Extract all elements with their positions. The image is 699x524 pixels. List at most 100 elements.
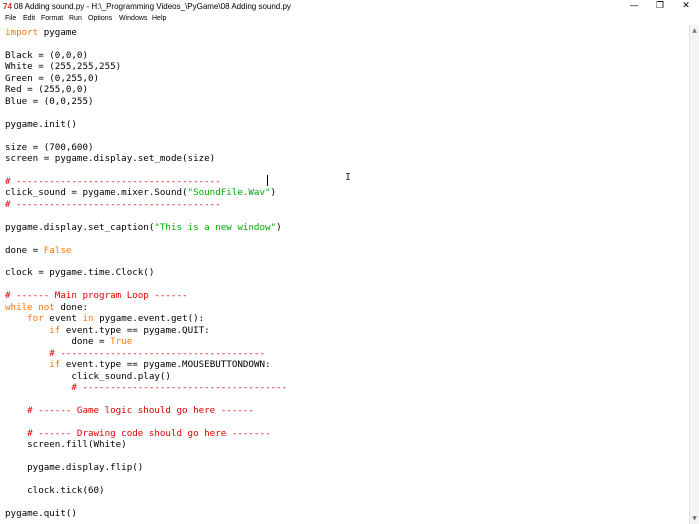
code-line: White = (255,255,255) [5,61,121,72]
code-token: click_sound.play() [5,370,171,382]
code-token: event.type == pygame.MOUSEBUTTONDOWN: [60,359,271,370]
mouse-ibeam-icon: I [345,172,352,183]
code-token: clock.tick(60) [5,485,105,496]
menu-run[interactable]: Run [69,14,82,24]
code-token: ) [270,187,277,199]
code-token: click_sound = pygame.mixer.Sound( [5,187,188,199]
comment-token: # ------ Game logic should go here -----… [27,404,254,416]
code-line: Black = (0,0,0) [5,50,88,61]
code-token: done = [5,244,44,256]
code-token: Blue = (0,0,255) [5,95,94,107]
comment-token: # ------ Drawing code should go here ---… [27,427,271,439]
code-token: clock = pygame.time.Clock() [5,267,155,279]
scroll-down-icon[interactable]: ▼ [690,514,699,523]
code-token: event [43,313,83,325]
menu-file[interactable]: File [5,14,16,24]
code-line: Red = (255,0,0) [5,84,88,95]
keyword-token: if [49,359,61,370]
code-line: screen = pygame.display.set_mode(size) [5,153,215,164]
code-token: size = (700,600) [5,141,94,153]
code-token: pygame.init() [5,118,77,130]
code-token: done: [54,301,89,313]
code-line: done = True [5,336,132,347]
keyword-token: False [43,244,72,256]
code-token: screen = pygame.display.set_mode(size) [5,152,216,164]
code-token: pygame.quit() [5,507,77,519]
title-bar: 74 08 Adding sound.py - H:\_Programming … [0,0,699,13]
comment-token: # ------ Main program Loop ------ [5,290,188,302]
code-line: screen.fill(White) [5,439,127,450]
code-line: # ------ Drawing code should go here ---… [5,427,271,439]
code-line: pygame.display.flip() [5,462,143,473]
scroll-up-icon[interactable]: ▲ [690,26,699,35]
code-line: for event in pygame.event.get(): [5,313,204,324]
code-line: if event.type == pygame.MOUSEBUTTONDOWN: [5,359,271,370]
idle-app-icon: 74 [3,2,12,11]
keyword-token: in [82,313,94,325]
code-token: pygame.display.flip() [5,462,144,474]
code-line: pygame.display.set_caption("This is a ne… [5,222,282,233]
keyword-token: not [38,301,55,313]
menu-help[interactable]: Help [152,14,166,24]
code-line: import pygame [5,27,77,38]
code-line: # ------ Game logic should go here -----… [5,405,254,416]
text-cursor [267,175,268,186]
code-line: Blue = (0,0,255) [5,96,94,107]
code-line: Green = (0,255,0) [5,73,99,84]
code-token: pygame.display.set_caption( [5,221,155,233]
keyword-token: while [5,301,33,313]
code-line: if event.type == pygame.QUIT: [5,324,210,336]
menu-format[interactable]: Format [41,14,63,24]
code-line: pygame.quit() [5,508,77,519]
code-token: ) [276,221,282,233]
string-token: "This is a new window" [154,221,277,233]
code-line: # ------------------------------------- [5,348,265,359]
keyword-token: for [27,313,44,325]
code-token: screen.fill(White) [5,439,127,451]
keyword-token: import [5,27,39,38]
comment-token: # ------------------------------------- [5,198,221,210]
code-token: event.type == pygame.QUIT: [60,324,210,336]
code-line: click_sound = pygame.mixer.Sound("SoundF… [5,187,276,198]
code-token: pygame.event.get(): [93,313,205,325]
comment-token: # ------------------------------------- [49,347,265,359]
code-token: pygame [38,27,77,38]
window-title: 08 Adding sound.py - H:\_Programming Vid… [14,2,291,11]
string-token: "SoundFile.Wav" [187,187,271,199]
code-line: while not done: [5,302,88,313]
code-line: clock.tick(60) [5,485,105,496]
code-token: White = (255,255,255) [5,61,122,73]
code-token: Black = (0,0,0) [5,49,88,61]
menu-options[interactable]: Options [88,14,112,24]
code-editor[interactable]: import pygame Black = (0,0,0) White = (255… [0,25,689,524]
minimize-button[interactable]: — [621,0,647,13]
keyword-token: True [110,336,133,348]
comment-token: # ------------------------------------- [5,175,221,187]
comment-token: # ------------------------------------- [71,381,288,393]
code-line: # ------------------------------------- [5,199,221,210]
vertical-scrollbar[interactable]: ▲ ▼ [689,25,699,524]
close-button[interactable]: ✕ [673,0,699,13]
keyword-token: if [49,324,61,336]
code-line: click_sound.play() [5,371,171,382]
code-token: done = [5,336,111,348]
code-line: done = False [5,245,71,256]
code-line: size = (700,600) [5,142,94,153]
menu-windows[interactable]: Windows [119,14,147,24]
code-token: Red = (255,0,0) [5,84,88,96]
code-line: # ------ Main program Loop ------ [5,290,188,301]
menu-edit[interactable]: Edit [23,14,35,24]
code-line: pygame.init() [5,119,77,130]
code-line: # ------------------------------------- [5,176,221,187]
code-token: Green = (0,255,0) [5,72,100,84]
code-line: # ------------------------------------- [5,382,287,393]
maximize-button[interactable]: ❐ [647,0,673,13]
code-line: clock = pygame.time.Clock() [5,267,154,278]
